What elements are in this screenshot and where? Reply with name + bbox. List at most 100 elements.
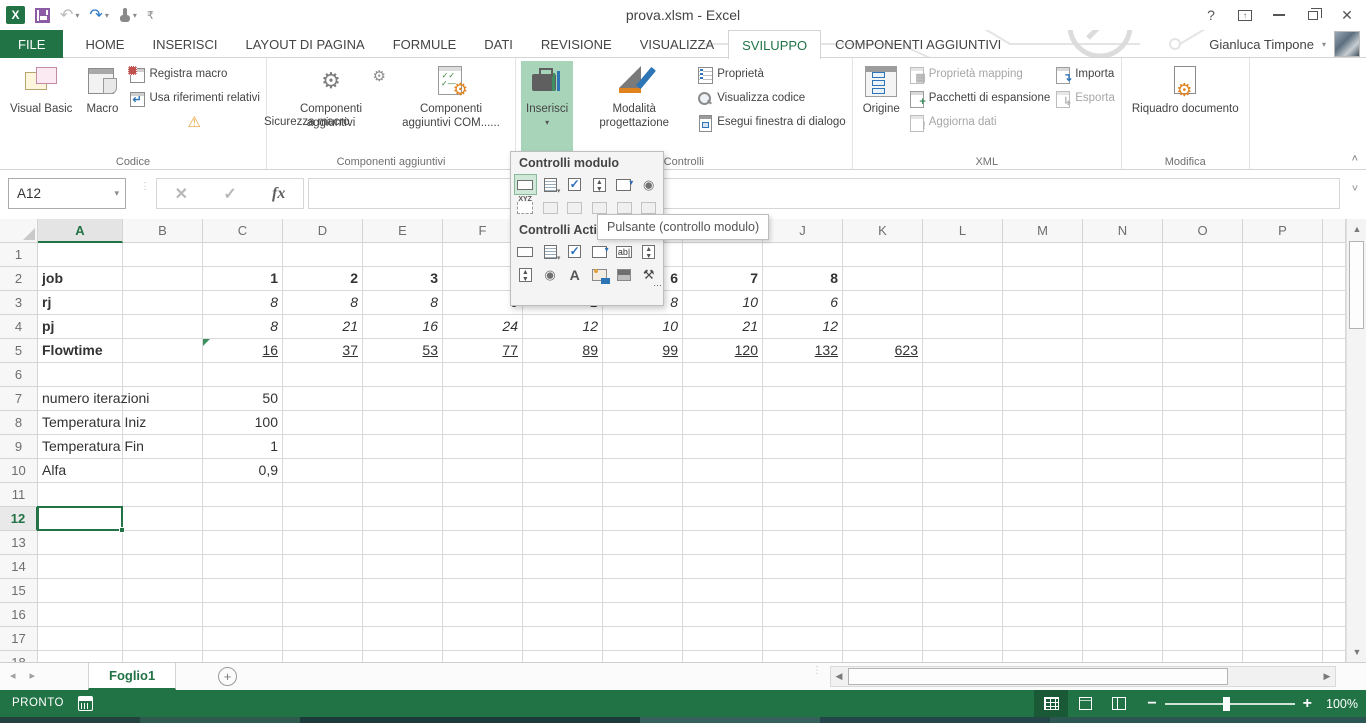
ribbon-button-pacchetti-di-espansione[interactable]: +Pacchetti di espansione	[908, 88, 1050, 108]
tab-home[interactable]: HOME	[71, 30, 138, 58]
name-box[interactable]: A12▾	[8, 178, 126, 209]
ribbon-button-riquadro-documento[interactable]: Riquadro documento	[1127, 61, 1244, 153]
help-button[interactable]: ?	[1196, 3, 1226, 27]
cell-C10[interactable]: 0,9	[203, 459, 282, 483]
tab-layout-di-pagina[interactable]: LAYOUT DI PAGINA	[231, 30, 378, 58]
scroll-left-icon[interactable]: ◀	[831, 667, 847, 686]
zoom-in-button[interactable]: +	[1303, 695, 1312, 713]
cell-A9[interactable]: Temperatura Fin	[38, 435, 148, 459]
cell-A8[interactable]: Temperatura Iniz	[38, 411, 150, 435]
ax-option-icon[interactable]: ◉	[539, 264, 562, 285]
form-button-icon[interactable]	[514, 174, 537, 195]
cell-I3[interactable]: 10	[683, 291, 762, 315]
column-header-K[interactable]: K	[843, 219, 923, 243]
column-header-L[interactable]: L	[923, 219, 1003, 243]
row-header-15[interactable]: 15	[0, 579, 38, 603]
column-header-partial[interactable]	[1323, 219, 1346, 243]
zoom-slider-thumb[interactable]	[1223, 697, 1230, 711]
ribbon-button-visual-basic[interactable]: Visual Basic	[5, 61, 77, 153]
column-header-C[interactable]: C	[203, 219, 283, 243]
minimize-button[interactable]	[1264, 3, 1294, 27]
cell-G5[interactable]: 89	[523, 339, 602, 363]
form-spin-icon[interactable]: ▲▼	[588, 174, 611, 195]
column-header-P[interactable]: P	[1243, 219, 1323, 243]
row-header-11[interactable]: 11	[0, 483, 38, 507]
touch-mode-button[interactable]: ▾	[119, 8, 137, 22]
active-cell-selection[interactable]	[37, 506, 123, 531]
cell-J2[interactable]: 8	[763, 267, 842, 291]
cancel-button[interactable]: ✕	[175, 184, 188, 204]
formula-bar-splitter[interactable]: ⋮	[140, 183, 150, 190]
ribbon-button-propriet-[interactable]: Proprietà	[696, 64, 846, 84]
ribbon-button-componenti-aggiuntivi-com-[interactable]: ✓✓✓—Componenti aggiuntivi COM......	[392, 61, 510, 153]
row-header-6[interactable]: 6	[0, 363, 38, 387]
column-header-B[interactable]: B	[123, 219, 203, 243]
macro-record-icon[interactable]	[78, 696, 93, 711]
error-indicator-C5[interactable]	[203, 339, 210, 346]
cell-A3[interactable]: rj	[38, 291, 55, 315]
ax-list-icon[interactable]	[539, 241, 562, 262]
row-header-8[interactable]: 8	[0, 411, 38, 435]
row-header-10[interactable]: 10	[0, 459, 38, 483]
ax-label-icon[interactable]: A	[563, 264, 586, 285]
row-header-5[interactable]: 5	[0, 339, 38, 363]
column-header-D[interactable]: D	[283, 219, 363, 243]
cell-I2[interactable]: 7	[683, 267, 762, 291]
cell-F5[interactable]: 77	[443, 339, 522, 363]
tab-visualizza[interactable]: VISUALIZZA	[626, 30, 728, 58]
collapse-ribbon-icon[interactable]: ˄	[1352, 153, 1358, 165]
cell-A5[interactable]: Flowtime	[38, 339, 107, 363]
row-header-9[interactable]: 9	[0, 435, 38, 459]
cell-C4[interactable]: 8	[203, 315, 282, 339]
ribbon-button-registra-macro[interactable]: Registra macro	[128, 64, 260, 84]
select-all-corner[interactable]	[0, 219, 38, 243]
form-hidden-1-icon[interactable]	[539, 197, 562, 218]
zoom-out-button[interactable]: −	[1147, 695, 1156, 713]
cell-A4[interactable]: pj	[38, 315, 58, 339]
cell-I5[interactable]: 120	[683, 339, 762, 363]
cell-J5[interactable]: 132	[763, 339, 842, 363]
new-sheet-button[interactable]: +	[218, 667, 237, 686]
row-header-1[interactable]: 1	[0, 243, 38, 267]
form-checkbox-icon[interactable]: ✓	[563, 174, 586, 195]
cell-I4[interactable]: 21	[683, 315, 762, 339]
form-label-xyz-icon[interactable]	[514, 197, 537, 218]
vertical-scrollbar[interactable]: ▲ ▼	[1346, 219, 1366, 662]
row-header-14[interactable]: 14	[0, 555, 38, 579]
ribbon-button-esegui-finestra-di-dialogo[interactable]: Esegui finestra di dialogo	[696, 112, 846, 132]
ax-textbox-icon[interactable]: ab|	[613, 241, 636, 262]
tab-dati[interactable]: DATI	[470, 30, 527, 58]
ribbon-button-macro[interactable]: Macro	[79, 61, 125, 153]
cell-H5[interactable]: 99	[603, 339, 682, 363]
form-hidden-2-icon[interactable]	[563, 197, 586, 218]
ribbon-button-propriet-mapping[interactable]: ▦Proprietà mapping	[908, 64, 1050, 84]
cell-C2[interactable]: 1	[203, 267, 282, 291]
undo-button[interactable]: ↶▾	[60, 5, 79, 25]
ribbon-button-aggiorna-dati[interactable]: !Aggiorna dati	[908, 112, 1050, 132]
ribbon-button-sicurezza-macro[interactable]: ⚠Sicurezza macro	[128, 112, 260, 132]
cell-C7[interactable]: 50	[203, 387, 282, 411]
cell-C3[interactable]: 8	[203, 291, 282, 315]
enter-button[interactable]: ✓	[223, 184, 236, 204]
column-header-E[interactable]: E	[363, 219, 443, 243]
vertical-scroll-thumb[interactable]	[1349, 241, 1364, 329]
restore-button[interactable]	[1298, 3, 1328, 27]
ribbon-button-modalit-progettazione[interactable]: Modalità progettazione	[575, 61, 693, 153]
cell-D5[interactable]: 37	[283, 339, 362, 363]
column-header-M[interactable]: M	[1003, 219, 1083, 243]
row-header-18[interactable]: 18	[0, 651, 38, 662]
cell-E2[interactable]: 3	[363, 267, 442, 291]
cell-D2[interactable]: 2	[283, 267, 362, 291]
row-header-4[interactable]: 4	[0, 315, 38, 339]
insert-function-button[interactable]: fx	[272, 185, 285, 203]
column-header-O[interactable]: O	[1163, 219, 1243, 243]
save-button[interactable]	[35, 8, 50, 23]
horizontal-scroll-thumb[interactable]	[848, 668, 1228, 685]
ax-spin-icon[interactable]: ▲▼	[637, 241, 660, 262]
sheet-nav-arrows[interactable]: ◂▸	[10, 669, 49, 682]
cell-E3[interactable]: 8	[363, 291, 442, 315]
ribbon-button-componenti-aggiuntivi[interactable]: ⚙Componenti aggiuntivi	[272, 61, 390, 153]
sheet-tab-foglio1[interactable]: Foglio1	[88, 663, 176, 690]
cell-G4[interactable]: 12	[523, 315, 602, 339]
cell-A2[interactable]: job	[38, 267, 67, 291]
